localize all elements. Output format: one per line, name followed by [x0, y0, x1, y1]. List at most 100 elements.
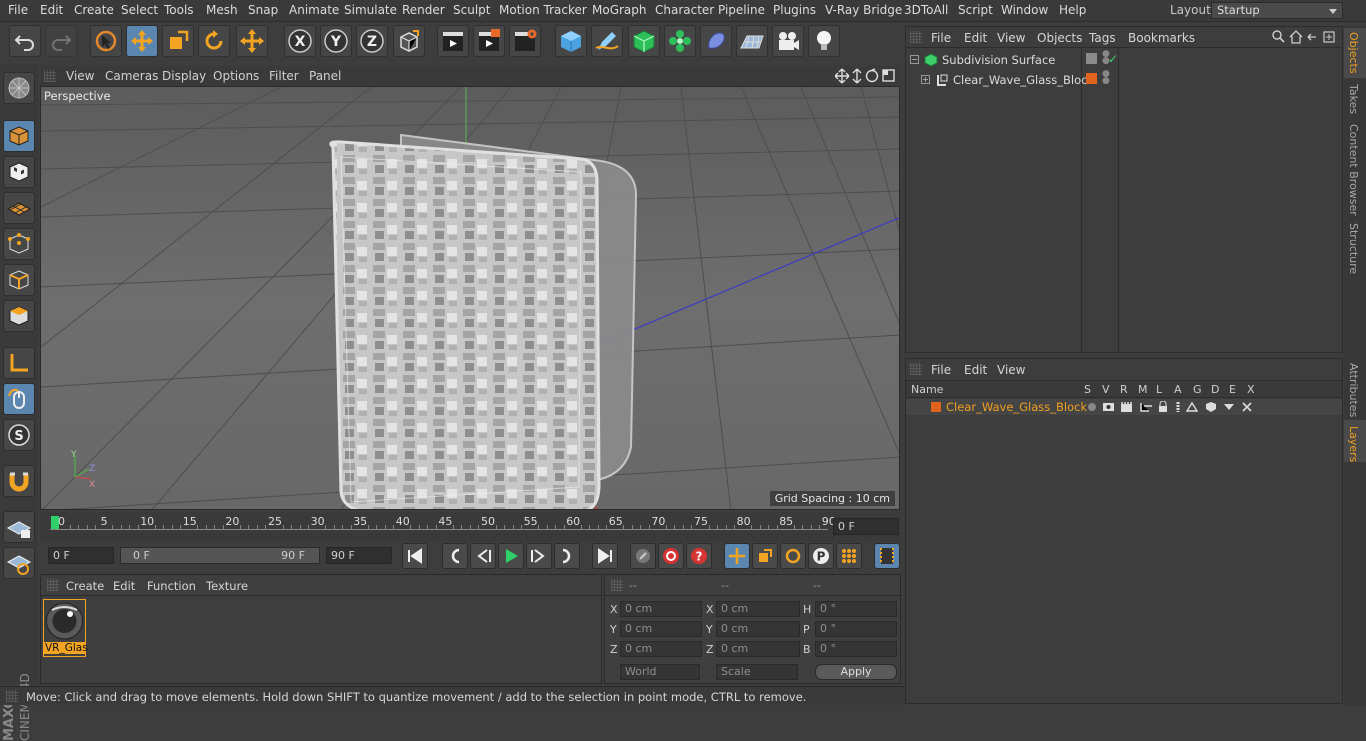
layer-menu-view[interactable]: View: [997, 363, 1025, 377]
layer-toggle-icons[interactable]: [1086, 401, 1256, 413]
render-settings-icon[interactable]: [509, 25, 541, 57]
key-position-icon[interactable]: [724, 543, 750, 569]
object-row-subdivision-surface[interactable]: − Subdivision Surface ● ● ✓: [906, 50, 1342, 69]
workplane-lock-icon[interactable]: [3, 511, 35, 543]
menu-file[interactable]: File: [8, 3, 28, 17]
tab-structure[interactable]: Structure: [1347, 223, 1360, 274]
viewport-menu-filter[interactable]: Filter: [269, 69, 299, 83]
menu-script[interactable]: Script: [958, 3, 993, 17]
viewport-menu-display[interactable]: Display: [162, 69, 206, 83]
layer-row[interactable]: Clear_Wave_Glass_Block: [906, 399, 1342, 415]
col-expressions[interactable]: E: [1229, 383, 1236, 396]
object-menu-tags[interactable]: Tags: [1089, 31, 1116, 45]
menu-motion-tracker[interactable]: Motion Tracker: [499, 3, 587, 17]
col-view[interactable]: V: [1102, 383, 1110, 396]
key-scale-icon[interactable]: [752, 543, 778, 569]
menu-edit[interactable]: Edit: [40, 3, 63, 17]
undo-icon[interactable]: [9, 25, 41, 57]
panel-grip-icon[interactable]: [910, 31, 922, 43]
col-deformers[interactable]: D: [1211, 383, 1219, 396]
points-mode-icon[interactable]: [3, 228, 35, 260]
viewport-navigation-icons[interactable]: [835, 68, 897, 84]
texture-mode-icon[interactable]: [3, 156, 35, 188]
polygons-mode-icon[interactable]: [3, 300, 35, 332]
col-manager[interactable]: M: [1138, 383, 1148, 396]
floor-icon[interactable]: [736, 25, 768, 57]
position-x-field[interactable]: 0 cm: [620, 601, 702, 617]
play-icon[interactable]: [498, 543, 524, 569]
layer-name[interactable]: Clear_Wave_Glass_Block: [946, 400, 1087, 414]
menu-3dtoall[interactable]: 3DToAll: [904, 3, 948, 17]
planar-workplane-icon[interactable]: [3, 547, 35, 579]
tab-objects[interactable]: Objects: [1347, 32, 1360, 74]
autokey-icon[interactable]: [658, 543, 684, 569]
tab-attributes[interactable]: Attributes: [1347, 363, 1360, 417]
object-menu-edit[interactable]: Edit: [964, 31, 987, 45]
redo-icon[interactable]: [45, 25, 77, 57]
apply-button[interactable]: Apply: [815, 664, 897, 680]
layer-color-icon[interactable]: [1086, 73, 1097, 84]
scale-icon[interactable]: [162, 25, 194, 57]
axis-mode-icon[interactable]: [3, 347, 35, 379]
make-editable-icon[interactable]: [3, 72, 35, 104]
material-menu-function[interactable]: Function: [147, 579, 196, 593]
panel-grip-icon[interactable]: [47, 579, 59, 591]
material-menu-create[interactable]: Create: [66, 579, 104, 593]
frame-range-slider[interactable]: 0 F 90 F: [120, 547, 320, 564]
menu-vray-bridge[interactable]: V-Ray Bridge: [825, 3, 902, 17]
cloner-icon[interactable]: [664, 25, 696, 57]
col-generators[interactable]: G: [1193, 383, 1202, 396]
viewport-menu-cameras[interactable]: Cameras: [105, 69, 158, 83]
material-menu-texture[interactable]: Texture: [206, 579, 248, 593]
move-icon[interactable]: [126, 25, 158, 57]
current-frame-field[interactable]: 0 F: [833, 518, 899, 535]
col-animation[interactable]: A: [1174, 383, 1182, 396]
viewport-menu-view[interactable]: View: [66, 69, 94, 83]
rotation-b-field[interactable]: 0 °: [815, 641, 897, 657]
render-picture-viewer-icon[interactable]: [473, 25, 505, 57]
record-keys-icon[interactable]: [630, 543, 656, 569]
coord-mode-scale-select[interactable]: Scale: [716, 664, 798, 680]
camera-icon[interactable]: [772, 25, 804, 57]
menu-character[interactable]: Character: [655, 3, 714, 17]
timeline-ruler[interactable]: 0 5 10 15 20 25 30 35 40 45 50 55 60 65 70 75 80 85 90 0 F: [40, 512, 901, 542]
cube-icon[interactable]: [555, 25, 587, 57]
visibility-dots-icon[interactable]: ● ●: [1102, 70, 1110, 86]
menu-select[interactable]: Select: [121, 3, 158, 17]
rotate-icon[interactable]: [198, 25, 230, 57]
panel-grip-icon[interactable]: [44, 70, 56, 82]
keyframe-selection-icon[interactable]: ?: [686, 543, 712, 569]
size-x-field[interactable]: 0 cm: [716, 601, 800, 617]
subdivision-icon[interactable]: [628, 25, 660, 57]
size-z-field[interactable]: 0 cm: [716, 641, 800, 657]
prev-key-icon[interactable]: [442, 543, 468, 569]
col-xref[interactable]: X: [1247, 383, 1255, 396]
position-z-field[interactable]: 0 cm: [620, 641, 702, 657]
rotation-p-field[interactable]: 0 °: [815, 621, 897, 637]
menu-render[interactable]: Render: [402, 3, 445, 17]
menu-help[interactable]: Help: [1059, 3, 1086, 17]
pen-icon[interactable]: [591, 25, 623, 57]
object-row-clear-wave-glass-block[interactable]: + Clear_Wave_Glass_Block ● ●: [906, 70, 1342, 89]
next-frame-icon[interactable]: [526, 543, 552, 569]
object-menu-view[interactable]: View: [997, 31, 1025, 45]
object-menu-file[interactable]: File: [931, 31, 951, 45]
viewport-menu-panel[interactable]: Panel: [309, 69, 341, 83]
col-locked[interactable]: L: [1156, 383, 1162, 396]
tab-layers[interactable]: Layers: [1347, 426, 1360, 462]
end-frame-field[interactable]: 90 F: [326, 547, 392, 564]
perspective-viewport[interactable]: Y Z X Perspective Grid Spacing : 10 cm: [40, 86, 900, 510]
position-y-field[interactable]: 0 cm: [620, 621, 702, 637]
coordinate-system-icon[interactable]: [393, 25, 425, 57]
model-mode-icon[interactable]: [3, 120, 35, 152]
layer-tag-icon[interactable]: [1086, 53, 1097, 64]
solo-mode-icon[interactable]: S: [3, 419, 35, 451]
timeline-window-icon[interactable]: [874, 543, 900, 569]
workplane-mode-icon[interactable]: [3, 192, 35, 224]
start-frame-field[interactable]: 0 F: [48, 547, 114, 564]
menu-mesh[interactable]: Mesh: [206, 3, 238, 17]
menu-mograph[interactable]: MoGraph: [592, 3, 647, 17]
light-icon[interactable]: [808, 25, 840, 57]
transform-icon[interactable]: [236, 25, 268, 57]
viewport-menu-options[interactable]: Options: [213, 69, 259, 83]
